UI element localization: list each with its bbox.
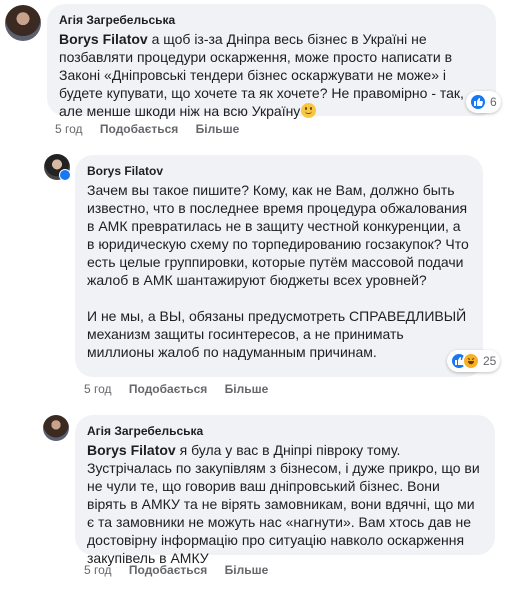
- avatar[interactable]: [5, 5, 41, 41]
- comment-author[interactable]: Агія Загребельська: [59, 12, 484, 28]
- comment-text: Зачем вы такое пишите? Кому, как не Вам,…: [87, 181, 471, 361]
- comment-paragraph: И не мы, а ВЫ, обязаны предусмотреть СПР…: [87, 308, 467, 360]
- smile-emoji-icon: [301, 103, 317, 118]
- comment-author[interactable]: Borys Filatov: [87, 163, 471, 179]
- mention-tag[interactable]: Borys Filatov: [59, 31, 148, 47]
- more-button[interactable]: Більше: [196, 122, 240, 136]
- comment-time[interactable]: 5 год: [84, 382, 112, 396]
- like-button[interactable]: Подобається: [129, 563, 207, 577]
- like-reaction-icon: [469, 93, 487, 111]
- reactions-summary[interactable]: 25: [447, 350, 501, 372]
- comment-bubble: Агія Загребельська Borys Filatov я була …: [75, 415, 495, 566]
- like-button[interactable]: Подобається: [100, 122, 178, 136]
- reactions-summary[interactable]: 6: [466, 91, 501, 113]
- comment-paragraph: Зачем вы такое пишите? Кому, как не Вам,…: [87, 182, 469, 288]
- comment-body: я була у вас в Дніпрі півроку тому. Зуст…: [87, 442, 480, 566]
- mention-tag[interactable]: Borys Filatov: [87, 442, 176, 458]
- comment-author[interactable]: Агія Загребельська: [87, 423, 483, 439]
- verified-badge-icon: [59, 169, 71, 181]
- haha-reaction-icon: [462, 352, 480, 370]
- reaction-count: 25: [483, 354, 497, 368]
- more-button[interactable]: Більше: [225, 563, 269, 577]
- comment-actions: 5 год Подобається Більше: [55, 122, 253, 136]
- comment-time[interactable]: 5 год: [55, 122, 83, 136]
- comment-actions: 5 год Подобається Більше: [84, 382, 282, 396]
- comment-actions: 5 год Подобається Більше: [84, 563, 282, 577]
- comment-bubble: Borys Filatov Зачем вы такое пишите? Ком…: [75, 155, 483, 377]
- comment-time[interactable]: 5 год: [84, 563, 112, 577]
- more-button[interactable]: Більше: [225, 382, 269, 396]
- like-button[interactable]: Подобається: [129, 382, 207, 396]
- comment-text: Borys Filatov а щоб із-за Дніпра весь бі…: [59, 30, 484, 120]
- comment-bubble: Агія Загребельська Borys Filatov а щоб і…: [47, 4, 496, 119]
- avatar[interactable]: [43, 415, 69, 441]
- comment-text: Borys Filatov я була у вас в Дніпрі півр…: [87, 441, 483, 567]
- reaction-count: 6: [490, 95, 497, 109]
